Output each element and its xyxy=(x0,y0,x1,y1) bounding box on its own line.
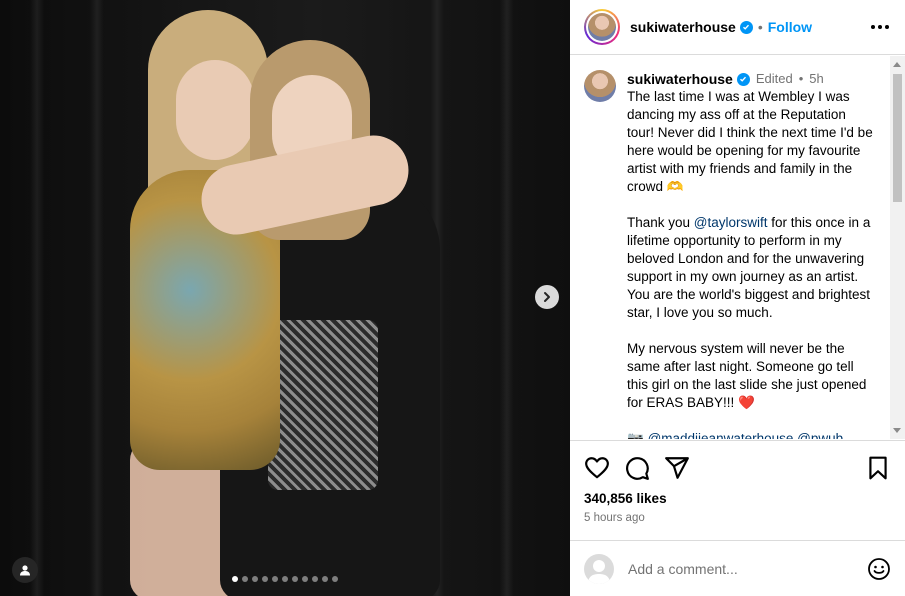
photo-figure-left-face xyxy=(176,60,254,160)
curtain-fold xyxy=(500,0,514,596)
author-username[interactable]: sukiwaterhouse xyxy=(630,19,736,35)
mention-link[interactable]: @maddiieanwaterhouse @pwub xyxy=(648,431,844,439)
paper-plane-icon[interactable] xyxy=(664,455,690,481)
scroll-thumb[interactable] xyxy=(893,74,902,202)
verified-badge-icon xyxy=(736,72,750,86)
carousel-dot xyxy=(282,576,288,582)
bookmark-icon[interactable] xyxy=(865,455,891,481)
tagged-users-button[interactable] xyxy=(12,557,38,583)
curtain-fold xyxy=(90,0,104,596)
caption: sukiwaterhouse Edited • 5h The last time… xyxy=(570,56,905,439)
like-count[interactable]: 340,856 likes xyxy=(584,491,891,506)
post-time-short[interactable]: 5h xyxy=(809,70,823,88)
avatar[interactable] xyxy=(584,9,620,45)
smiley-icon[interactable] xyxy=(867,557,891,581)
user-tag-icon xyxy=(20,565,30,576)
caption-paragraph: The last time I was at Wembley I was dan… xyxy=(627,89,877,194)
carousel-dot xyxy=(232,576,238,582)
carousel-dot xyxy=(242,576,248,582)
carousel-dot xyxy=(262,576,268,582)
post-actions: 340,856 likes 5 hours ago xyxy=(570,440,905,524)
post-photo[interactable] xyxy=(0,0,570,596)
edited-label: Edited xyxy=(755,71,793,86)
comment-bubble-icon[interactable] xyxy=(624,455,650,481)
carousel-dot xyxy=(312,576,318,582)
heart-icon[interactable] xyxy=(584,455,610,481)
carousel-dot xyxy=(302,576,308,582)
caption-paragraph: My nervous system will never be the same… xyxy=(627,341,871,410)
post-header: sukiwaterhouse • Follow xyxy=(570,0,905,55)
carousel-dot xyxy=(322,576,328,582)
avatar[interactable] xyxy=(584,70,616,102)
header-separator: • xyxy=(757,19,763,35)
caption-paragraph: 📷 @maddiieanwaterhouse @pwub xyxy=(627,430,875,439)
caption-scrollbar[interactable] xyxy=(890,56,905,439)
more-options-icon xyxy=(871,25,875,29)
carousel-dot xyxy=(292,576,298,582)
more-options-button[interactable] xyxy=(869,19,891,35)
caption-scroll-area[interactable]: sukiwaterhouse Edited • 5h The last time… xyxy=(570,56,905,439)
heart-emoji: ❤️ xyxy=(738,395,755,410)
carousel-dot xyxy=(332,576,338,582)
mention-link[interactable]: @taylorswift xyxy=(694,215,768,230)
post-side-panel: sukiwaterhouse • Follow sukiwaterhouse E… xyxy=(570,0,905,596)
carousel-indicator xyxy=(232,576,338,582)
caption-paragraph: Thank you @taylorswift for this once in … xyxy=(627,215,875,320)
carousel-dot xyxy=(272,576,278,582)
caption-username[interactable]: sukiwaterhouse xyxy=(627,70,733,88)
curtain-fold xyxy=(30,0,44,596)
next-slide-button[interactable] xyxy=(535,285,559,309)
edited-separator: • xyxy=(798,71,804,86)
scroll-up-arrow-icon[interactable] xyxy=(893,62,901,67)
chevron-right-icon xyxy=(544,292,550,302)
camera-emoji: 📷 xyxy=(627,431,644,439)
carousel-dot xyxy=(252,576,258,582)
avatar xyxy=(584,553,614,584)
post-timestamp[interactable]: 5 hours ago xyxy=(584,512,891,524)
follow-button[interactable]: Follow xyxy=(768,19,812,35)
comment-bar xyxy=(570,540,905,596)
photo-figure-right-top xyxy=(268,320,378,490)
scroll-down-arrow-icon[interactable] xyxy=(893,428,901,433)
comment-input[interactable] xyxy=(628,560,848,577)
verified-badge-icon xyxy=(739,20,753,34)
